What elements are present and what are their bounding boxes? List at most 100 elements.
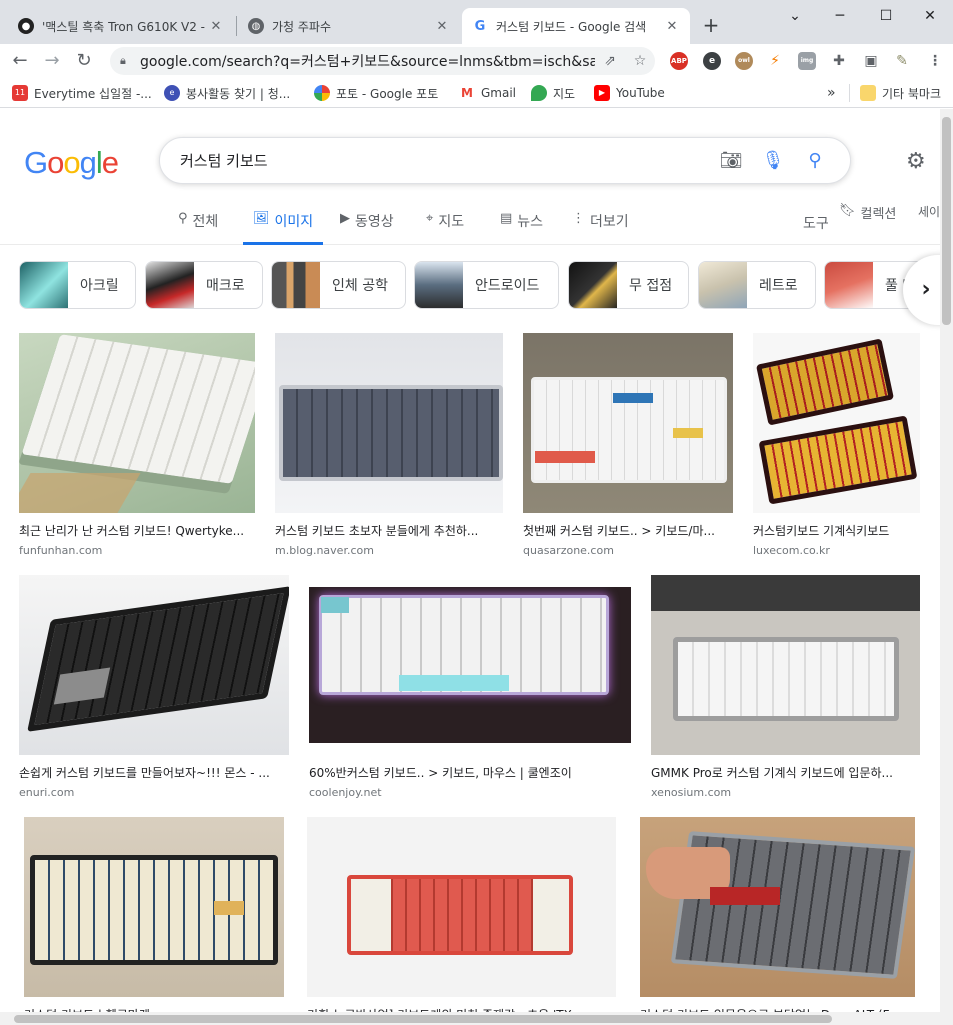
close-tab-icon[interactable]: ✕ — [208, 19, 224, 34]
address-bar[interactable]: 🔒︎ google.com/search?q=커스텀+키보드&source=ln… — [110, 47, 655, 75]
close-tab-icon[interactable]: ✕ — [664, 19, 680, 34]
image-result[interactable]: 기획-뉴로반사업] 키보드계의 미친 존재감 - 초음 'TX... — [307, 817, 616, 1025]
result-thumbnail[interactable] — [651, 575, 920, 755]
accent-keys — [535, 451, 595, 463]
bookmark-volunteer[interactable]: e 봉사활동 찾기 | 청... — [164, 84, 290, 102]
safesearch-button[interactable]: 세이 — [918, 203, 940, 237]
result-source[interactable]: enuri.com — [19, 786, 289, 799]
chip-android[interactable]: 안드로이드 — [414, 261, 559, 309]
result-thumbnail[interactable] — [309, 587, 631, 743]
result-thumbnail[interactable] — [24, 817, 284, 997]
chip-macro[interactable]: 매크로 — [145, 261, 263, 309]
image-result[interactable]: 60%반커스텀 키보드.. > 키보드, 마우스 | 쿨엔조이 coolenjo… — [309, 587, 631, 799]
bookmark-label: Gmail — [481, 86, 517, 100]
tab-more[interactable]: ⋮ 더보기 — [572, 211, 629, 245]
close-window-button[interactable]: ✕ — [907, 4, 953, 28]
tab-strip: ● '맥스틸 흑축 Tron G610K V2 - ✕ ◍ 가청 주파수 ✕ G… — [0, 0, 953, 44]
result-caption[interactable]: 커스텀키보드 기계식키보드 — [753, 522, 920, 539]
image-result[interactable]: 커스텀 키보드 초보자 분들에게 추천하... m.blog.naver.com — [275, 333, 503, 557]
result-caption[interactable]: 60%반커스텀 키보드.. > 키보드, 마우스 | 쿨엔조이 — [309, 764, 631, 781]
bookmark-youtube[interactable]: ▶ YouTube — [594, 84, 665, 102]
result-thumbnail[interactable] — [307, 817, 616, 997]
maximize-button[interactable]: ☐ — [863, 4, 909, 28]
search-input[interactable] — [180, 151, 710, 170]
close-tab-icon[interactable]: ✕ — [434, 19, 450, 34]
forward-icon[interactable]: → — [40, 49, 64, 73]
puzzle-icon[interactable]: ✚ — [830, 52, 848, 70]
other-bookmarks[interactable]: 기타 북마크 — [860, 84, 941, 102]
chip-topre[interactable]: 무 접점 — [568, 261, 689, 309]
bookmark-gmail[interactable]: M Gmail — [459, 84, 516, 102]
owl-extension-icon[interactable]: owl — [735, 52, 753, 70]
bookmark-label: 지도 — [553, 86, 576, 101]
result-caption[interactable]: 손쉽게 커스텀 키보드를 만들어보자~!!! 몬스 - ... — [19, 764, 289, 781]
bookmarks-overflow-button[interactable]: » — [827, 84, 836, 102]
result-source[interactable]: quasarzone.com — [523, 544, 733, 557]
bookmark-everytime[interactable]: 11 Everytime 십일절 -... — [12, 84, 152, 102]
result-source[interactable]: xenosium.com — [651, 786, 920, 799]
tools-button[interactable]: 도구 — [803, 213, 829, 247]
bookmark-maps[interactable]: 지도 — [531, 84, 575, 102]
lightning-extension-icon[interactable]: ⚡ — [766, 52, 784, 70]
image-result[interactable]: GMMK Pro로 커스텀 기계식 키보드에 입문하... xenosium.c… — [651, 575, 920, 799]
image-result[interactable]: 첫번째 커스텀 키보드.. > 키보드/마... quasarzone.com — [523, 333, 733, 557]
accent-keys — [673, 428, 703, 438]
result-caption[interactable]: 커스텀 키보드 초보자 분들에게 추천하... — [275, 522, 503, 539]
reload-icon[interactable]: ↻ — [72, 49, 96, 73]
tab-news[interactable]: ▤ 뉴스 — [500, 211, 543, 245]
result-caption[interactable]: GMMK Pro로 커스텀 기계식 키보드에 입문하... — [651, 764, 920, 781]
tab-videos[interactable]: ▶ 동영상 — [340, 211, 394, 245]
collections-button[interactable]: 🔖︎ 컬렉션 — [839, 203, 896, 237]
chip-acrylic[interactable]: 아크릴 — [19, 261, 136, 309]
result-source[interactable]: funfunhan.com — [19, 544, 255, 557]
bookmark-star-icon[interactable]: ☆ — [625, 53, 655, 69]
chip-retro[interactable]: 레트로 — [698, 261, 816, 309]
result-source[interactable]: luxecom.co.kr — [753, 544, 920, 557]
search-box[interactable]: 📷︎ 🎙︎ ⚲ — [159, 137, 851, 184]
image-result[interactable]: 최근 난리가 난 커스텀 키보드! Qwertyke... funfunhan.… — [19, 333, 255, 557]
microphone-icon[interactable]: 🎙︎ — [752, 150, 794, 171]
google-logo[interactable]: Google — [24, 145, 119, 181]
image-result[interactable]: 커스텀 키보드 입문용으로 부담없는 Drop ALT (Fe... — [640, 817, 915, 1025]
result-caption[interactable]: 최근 난리가 난 커스텀 키보드! Qwertyke... — [19, 522, 255, 539]
tab-all[interactable]: ⚲ 전체 — [178, 211, 218, 245]
side-panel-icon[interactable]: ▣ — [862, 52, 880, 70]
chip-ergonomic[interactable]: 인체 공학 — [271, 261, 406, 309]
browser-tab-2[interactable]: ◍ 가청 주파수 ✕ — [238, 8, 460, 44]
result-caption[interactable]: 첫번째 커스텀 키보드.. > 키보드/마... — [523, 522, 733, 539]
adblock-icon[interactable]: ABP — [670, 52, 688, 70]
tab-maps[interactable]: ⌖ 지도 — [426, 211, 464, 245]
result-thumbnail[interactable] — [523, 333, 733, 513]
chip-thumbnail — [699, 262, 747, 308]
camera-icon[interactable]: 📷︎ — [710, 150, 752, 171]
image-extension-icon[interactable]: img — [798, 52, 816, 70]
result-thumbnail[interactable] — [753, 333, 920, 513]
url-text[interactable]: google.com/search?q=커스텀+키보드&source=lnms&… — [140, 51, 595, 71]
bookmark-google-photos[interactable]: 포토 - Google 포토 — [314, 84, 438, 102]
tab-search-icon[interactable]: ⌄ — [772, 4, 818, 28]
browser-tab-1[interactable]: ● '맥스틸 흑축 Tron G610K V2 - ✕ — [8, 8, 234, 44]
gear-icon[interactable]: ⚙ — [906, 149, 926, 174]
pencil-extension-icon[interactable]: ✎ — [893, 52, 911, 70]
result-thumbnail[interactable] — [640, 817, 915, 997]
keyboard-graphic — [279, 385, 503, 481]
image-result[interactable]: 커스텀키보드 기계식키보드 luxecom.co.kr — [753, 333, 920, 557]
menu-icon[interactable]: ⋮ — [926, 52, 944, 70]
image-result[interactable]: 손쉽게 커스텀 키보드를 만들어보자~!!! 몬스 - ... enuri.co… — [19, 575, 289, 799]
image-result[interactable]: 커스텀 키보드 | 헬로마켓 — [24, 817, 284, 1025]
vertical-scroll-thumb[interactable] — [942, 117, 951, 325]
browser-tab-active[interactable]: G 커스텀 키보드 - Google 검색 ✕ — [462, 8, 690, 44]
result-thumbnail[interactable] — [19, 333, 255, 513]
tab-images[interactable]: 🖼︎ 이미지 — [243, 211, 324, 245]
new-tab-button[interactable]: + — [699, 14, 723, 38]
horizontal-scroll-thumb[interactable] — [14, 1015, 832, 1023]
result-thumbnail[interactable] — [19, 575, 289, 755]
back-icon[interactable]: ← — [8, 49, 32, 73]
result-thumbnail[interactable] — [275, 333, 503, 513]
extension-e-icon[interactable]: e — [703, 52, 721, 70]
share-icon[interactable]: ⇗ — [595, 53, 625, 69]
result-source[interactable]: coolenjoy.net — [309, 786, 631, 799]
search-icon[interactable]: ⚲ — [794, 150, 836, 171]
result-source[interactable]: m.blog.naver.com — [275, 544, 503, 557]
minimize-button[interactable]: ─ — [817, 4, 863, 28]
